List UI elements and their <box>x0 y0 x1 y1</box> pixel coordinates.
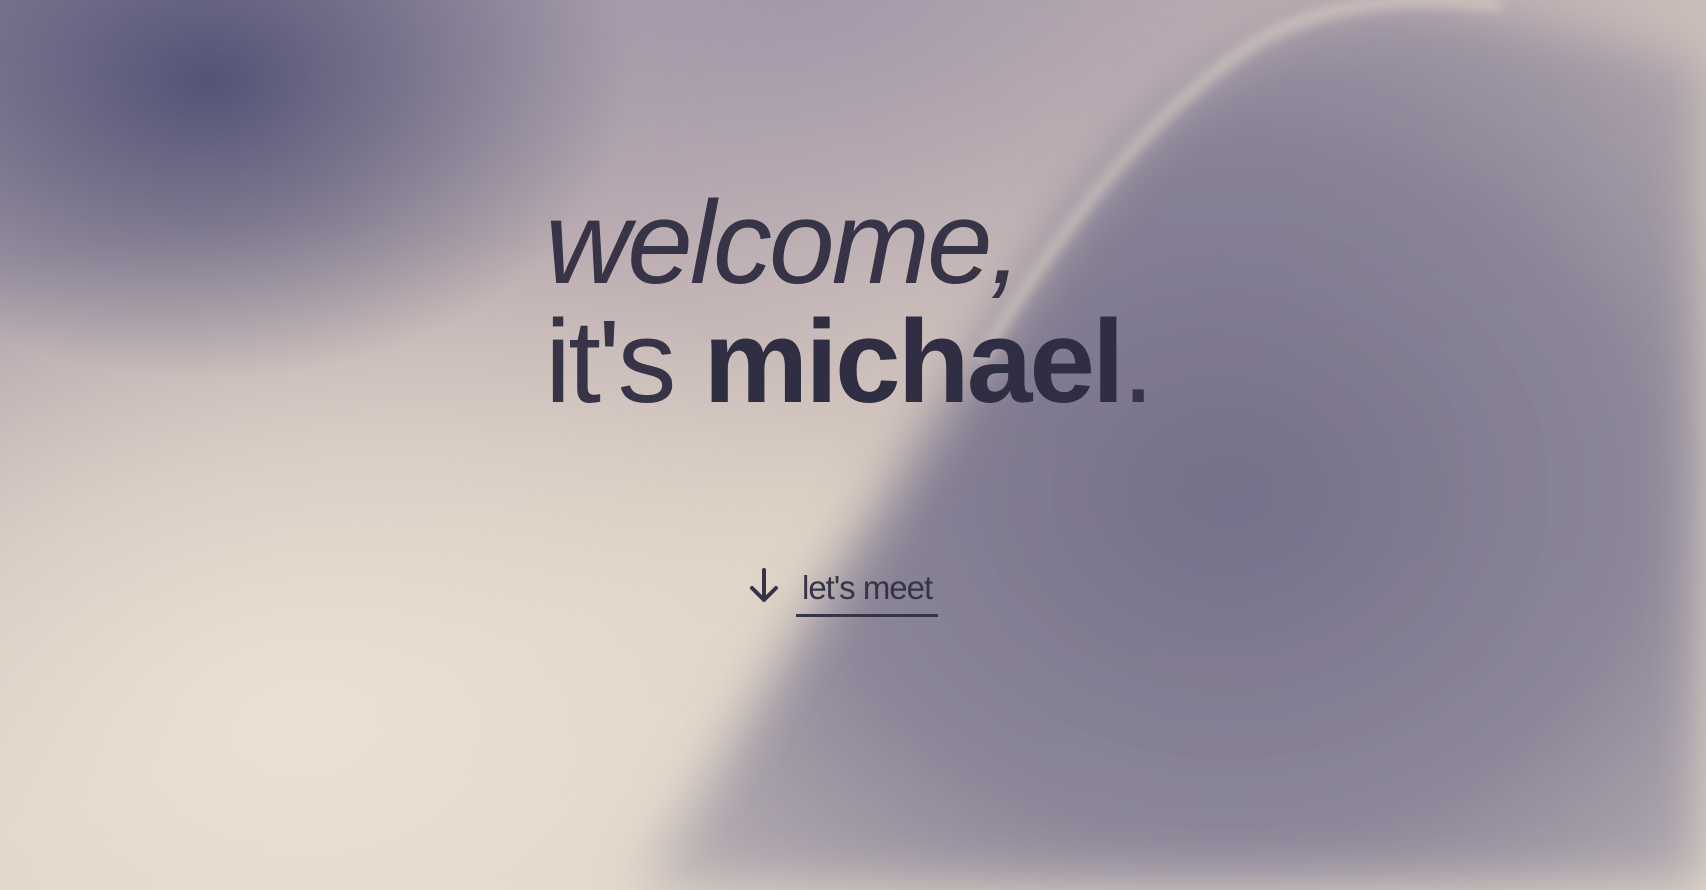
greeting-text: welcome, <box>545 177 1022 309</box>
period-text: . <box>1121 296 1155 428</box>
background-wave <box>640 0 1706 890</box>
intro-line: it's michael. <box>545 300 1155 425</box>
arrow-down-icon <box>750 568 778 602</box>
hero-heading: welcome, it's michael. <box>545 177 1155 425</box>
lets-meet-label: let's meet <box>796 568 939 617</box>
name-text: michael <box>703 296 1124 428</box>
lets-meet-link[interactable]: let's meet <box>746 568 939 617</box>
intro-text: it's <box>545 296 704 428</box>
